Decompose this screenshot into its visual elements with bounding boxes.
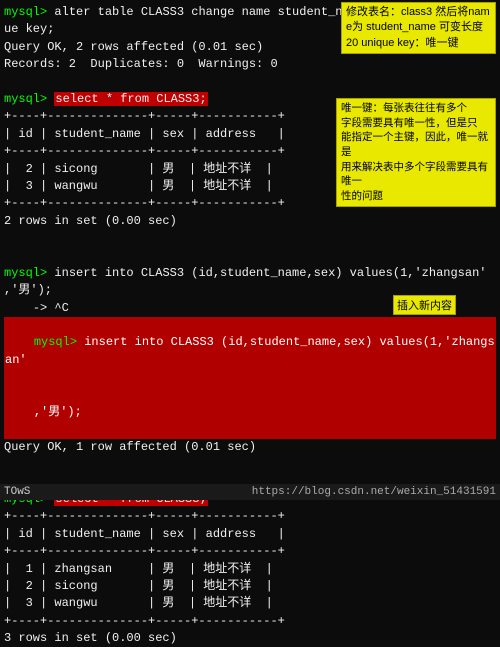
table2-border-1: +----+--------------+-----+-----------+: [4, 508, 496, 525]
table2-row-2: | 2 | sicong | 男 | 地址不详 |: [4, 578, 496, 595]
line-blank-1: [4, 230, 496, 247]
text-3: Query OK, 2 rows affected (0.01 sec): [4, 40, 263, 54]
table2-border-2: +----+--------------+-----+-----------+: [4, 543, 496, 560]
line-insert-2: mysql> insert into CLASS3 (id,student_na…: [4, 317, 496, 387]
line-rows-1: 2 rows in set (0.00 sec): [4, 213, 496, 230]
table2-row-1: | 1 | zhangsan | 男 | 地址不详 |: [4, 561, 496, 578]
prompt-insert-1: mysql>: [4, 266, 47, 280]
insert-cmd-2b: ,'男');: [34, 405, 82, 419]
line-insert-1: mysql> insert into CLASS3 (id,student_na…: [4, 265, 496, 282]
line-rows-2: 3 rows in set (0.00 sec): [4, 630, 496, 647]
comment-box-1: 修改表名：class3 然后将name为 student_name 可变长度 2…: [341, 2, 496, 54]
text-4: Records: 2 Duplicates: 0 Warnings: 0: [4, 57, 278, 71]
line-query-ok-2: Query OK, 1 row affected (0.01 sec): [4, 439, 496, 456]
comment-box-3: 插入新内容: [393, 295, 456, 315]
query-ok-2: Query OK, 1 row affected (0.01 sec): [4, 440, 256, 454]
line-5: [4, 74, 496, 91]
prompt-insert-2: mysql>: [34, 335, 77, 349]
table2-header: | id | student_name | sex | address |: [4, 526, 496, 543]
insert-cmd-2: insert into CLASS3 (id,student_name,sex)…: [5, 335, 495, 366]
select-cmd-1: select * from CLASS3;: [54, 92, 207, 106]
terminal-window: mysql> alter table CLASS3 change name st…: [0, 0, 500, 500]
footer-left: TOwS: [4, 486, 30, 498]
text-2: ue key;: [4, 22, 54, 36]
insert-cmd-1: insert into CLASS3 (id,student_name,sex)…: [47, 266, 486, 280]
line-4: Records: 2 Duplicates: 0 Warnings: 0: [4, 56, 496, 73]
prompt-1: mysql>: [4, 5, 47, 19]
footer-bar: TOwS https://blog.csdn.net/weixin_514315…: [0, 484, 500, 500]
line-insert-2b: ,'男');: [4, 387, 496, 439]
comment-box-2: 唯一键：每张表往往有多个字段需要具有唯一性，但是只能指定一个主键，因此，唯一就是…: [336, 98, 496, 207]
footer-right: https://blog.csdn.net/weixin_51431591: [252, 486, 496, 498]
line-blank-3: [4, 456, 496, 473]
line-blank-2: [4, 247, 496, 264]
prompt-6: mysql>: [4, 92, 47, 106]
insert-cmd-1b: ,'男');: [4, 283, 52, 297]
cancel-text: -> ^C: [4, 301, 69, 315]
table2-row-3: | 3 | wangwu | 男 | 地址不详 |: [4, 595, 496, 612]
table2-border-3: +----+--------------+-----+-----------+: [4, 613, 496, 630]
